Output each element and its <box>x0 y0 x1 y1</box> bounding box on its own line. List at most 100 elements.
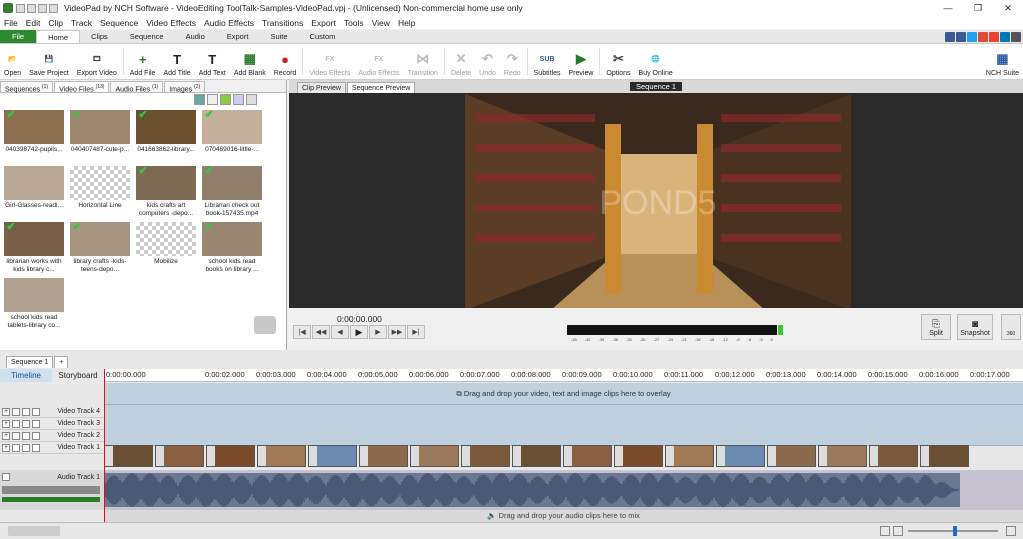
timeline-video-clip[interactable] <box>665 445 714 467</box>
overlay-drop-zone[interactable]: ⧉ Drag and drop your video, text and ima… <box>104 383 1023 405</box>
timeline-video-clip[interactable] <box>206 445 255 467</box>
quick-undo-icon[interactable] <box>49 3 58 13</box>
vr-360-button[interactable]: 360 <box>1001 314 1021 340</box>
timeline-video-clip[interactable] <box>461 445 510 467</box>
bin-tab-video-files[interactable]: Video Files (13) <box>54 81 110 93</box>
blend-icon[interactable] <box>22 407 30 416</box>
timeline-video-clip[interactable] <box>410 445 459 467</box>
audio-waveform[interactable] <box>103 473 960 507</box>
video-effects-button[interactable]: FX Video Effects <box>305 44 354 80</box>
ribbon-tab-suite[interactable]: Suite <box>259 30 298 43</box>
play-button[interactable]: ▶ <box>350 325 368 339</box>
add-bin-icon[interactable] <box>220 94 231 105</box>
media-clip[interactable]: ✔ kids crafts art computers -depo... <box>134 166 198 218</box>
undo-button[interactable]: ↶ Undo <box>475 44 500 80</box>
tab-timeline[interactable]: Timeline <box>0 369 52 382</box>
zoom-in-icon[interactable] <box>1006 526 1016 536</box>
visibility-icon[interactable] <box>12 443 20 452</box>
timeline-video-clip[interactable] <box>155 445 204 467</box>
lock-icon[interactable] <box>32 407 40 416</box>
options-button[interactable]: ✂ Options <box>602 44 634 80</box>
menu-file[interactable]: File <box>0 18 22 28</box>
timeline-video-clip[interactable] <box>818 445 867 467</box>
social-icon[interactable] <box>989 32 999 42</box>
media-clip[interactable]: Girl-Glasses-readi... <box>2 166 66 210</box>
ribbon-tab-clips[interactable]: Clips <box>80 30 119 43</box>
record-button[interactable]: ● Record <box>270 44 301 80</box>
rewind-button[interactable]: ◀ <box>331 325 349 339</box>
save-project-button[interactable]: 💾 Save Project <box>25 44 73 80</box>
media-clip[interactable]: school kids read tablets-library co... <box>2 278 66 330</box>
timeline-video-clip[interactable] <box>767 445 816 467</box>
menu-track[interactable]: Track <box>67 18 96 28</box>
ribbon-tab-export[interactable]: Export <box>216 30 260 43</box>
media-clip[interactable]: ✔ librarian works with kids library c... <box>2 222 66 274</box>
expand-track-icon[interactable]: + <box>2 407 10 416</box>
timeline-video-clip[interactable] <box>308 445 357 467</box>
ribbon-tab-sequence[interactable]: Sequence <box>119 30 175 43</box>
menu-view[interactable]: View <box>368 18 394 28</box>
audio-effects-button[interactable]: FX Audio Effects <box>354 44 403 80</box>
collapse-audio-icon[interactable] <box>2 473 10 481</box>
timeline-video-clip[interactable] <box>359 445 408 467</box>
view-mode-icon[interactable] <box>194 94 205 105</box>
nch-suite-button[interactable]: ▦ NCH Suite <box>982 44 1023 80</box>
timeline-video-clip[interactable] <box>512 445 561 467</box>
media-clip[interactable]: ✔ 040398742-pupils... <box>2 110 66 154</box>
tab-sequence-1[interactable]: Sequence 1 <box>6 356 54 368</box>
menu-sequence[interactable]: Sequence <box>96 18 142 28</box>
ribbon-tab-custom[interactable]: Custom <box>299 30 347 43</box>
social-icon[interactable] <box>956 32 966 42</box>
ribbon-tab-audio[interactable]: Audio <box>175 30 216 43</box>
audio-volume-slider[interactable] <box>2 486 100 494</box>
media-clip[interactable]: Mobilize <box>134 222 198 266</box>
visibility-icon[interactable] <box>12 431 20 440</box>
buy-online-button[interactable]: 🌐 Buy Online <box>635 44 677 80</box>
delete-bin-icon[interactable] <box>207 94 218 105</box>
visibility-icon[interactable] <box>12 407 20 416</box>
media-clip[interactable]: ✔ Librarian check out book-157435.mp4 <box>200 166 264 218</box>
subtitles-button[interactable]: SUB Subtitles <box>530 44 565 80</box>
timeline-video-clip[interactable] <box>614 445 663 467</box>
tab-clip-preview[interactable]: Clip Preview <box>297 82 346 93</box>
go-end-button[interactable]: ▶| <box>407 325 425 339</box>
export-video-button[interactable]: 🎞 Export Video <box>73 44 121 80</box>
menu-help[interactable]: Help <box>394 18 419 28</box>
tab-sequence-preview[interactable]: Sequence Preview <box>346 82 416 93</box>
social-icon[interactable] <box>945 32 955 42</box>
fit-icon[interactable] <box>880 526 890 536</box>
split-button[interactable]: ⎘ Split <box>921 314 951 340</box>
lock-icon[interactable] <box>32 419 40 428</box>
add-blank-button[interactable]: ▦ Add Blank <box>230 44 270 80</box>
blend-icon[interactable] <box>22 443 30 452</box>
fast-forward-button[interactable]: ▶▶ <box>388 325 406 339</box>
quick-save-icon[interactable] <box>38 3 47 13</box>
details-icon[interactable] <box>233 94 244 105</box>
minimize-button[interactable]: — <box>933 0 963 16</box>
media-clip[interactable]: ✔ 041663862-library... <box>134 110 198 154</box>
social-icon[interactable] <box>967 32 977 42</box>
expand-track-icon[interactable]: + <box>2 443 10 452</box>
media-clip[interactable]: ✔ 070469016-little-... <box>200 110 264 154</box>
maximize-button[interactable]: ❐ <box>963 0 993 16</box>
menu-video-effects[interactable]: Video Effects <box>142 18 200 28</box>
menu-export[interactable]: Export <box>307 18 340 28</box>
add-title-button[interactable]: T Add Title <box>159 44 194 80</box>
delete-button[interactable]: ✕ Delete <box>447 44 475 80</box>
next-frame-button[interactable]: ▶ <box>369 325 387 339</box>
zoom-slider-thumb[interactable] <box>953 526 957 536</box>
social-icon[interactable] <box>1000 32 1010 42</box>
bin-tab-sequences[interactable]: Sequences (1) <box>0 81 54 93</box>
media-clip[interactable]: ✔ library crafts -kids-teens-depo... <box>68 222 132 274</box>
timeline-video-clip[interactable] <box>869 445 918 467</box>
visibility-icon[interactable] <box>12 419 20 428</box>
go-start-button[interactable]: |◀ <box>293 325 311 339</box>
menu-tools[interactable]: Tools <box>340 18 368 28</box>
social-icon[interactable] <box>1011 32 1021 42</box>
expand-track-icon[interactable]: + <box>2 419 10 428</box>
tab-storyboard[interactable]: Storyboard <box>52 369 104 382</box>
bin-tab-images[interactable]: Images (2) <box>164 81 206 93</box>
time-ruler[interactable]: 0:00:00.000 0:00:02.000 0:00:03.000 0:00:04… <box>104 369 1023 382</box>
menu-audio-effects[interactable]: Audio Effects <box>200 18 258 28</box>
lock-icon[interactable] <box>32 443 40 452</box>
